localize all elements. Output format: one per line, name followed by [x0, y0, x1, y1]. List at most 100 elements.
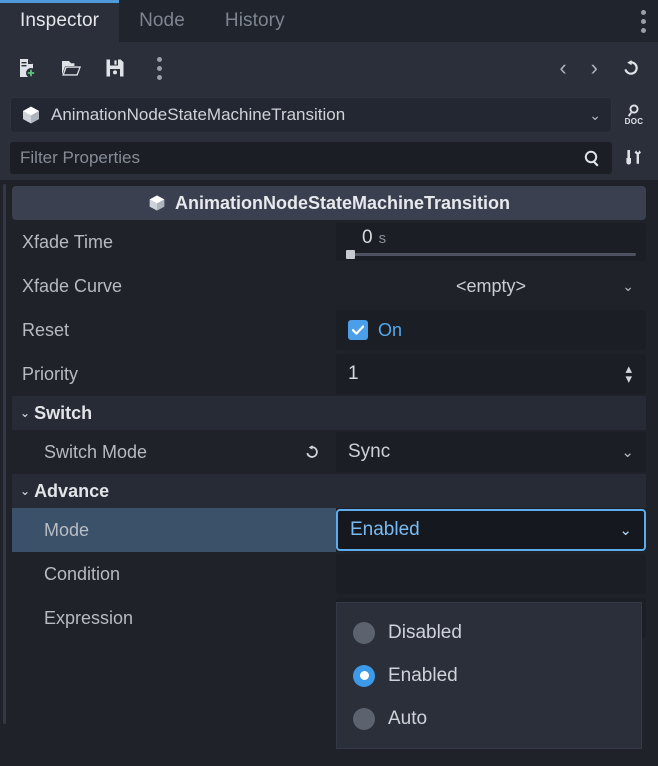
- save-icon: [106, 59, 124, 77]
- property-row-priority: Priority 1 ▴ ▾: [12, 352, 646, 396]
- property-label-condition: Condition: [44, 563, 121, 584]
- property-label-switch-mode: Switch Mode: [44, 441, 148, 462]
- property-label-mode: Mode: [44, 519, 90, 540]
- tab-history-label: History: [224, 10, 285, 31]
- checkbox-checked-icon[interactable]: [348, 320, 368, 340]
- tab-node-label: Node: [139, 10, 185, 31]
- reset-checkbox-wrap[interactable]: On: [336, 320, 402, 341]
- property-label-priority: Priority: [22, 363, 79, 384]
- new-resource-button[interactable]: [14, 55, 40, 81]
- radio-selected-icon: [353, 664, 375, 687]
- search-icon: [584, 150, 599, 166]
- folder-open-icon: [62, 61, 81, 76]
- tab-inspector-label: Inspector: [20, 10, 100, 31]
- vertical-scrollbar[interactable]: [3, 184, 6, 724]
- xfade-curve-field[interactable]: <empty> ⌄: [336, 264, 646, 308]
- object-selector[interactable]: AnimationNodeStateMachineTransition ⌄: [10, 97, 612, 133]
- toolbar-right-group: ‹ ›: [555, 55, 644, 81]
- switch-mode-value-area[interactable]: Sync ⌄: [336, 430, 646, 474]
- section-header-advance[interactable]: ⌄ Advance: [12, 474, 646, 508]
- resource-cube-icon: [23, 106, 39, 124]
- toolbar-left-group: [14, 55, 172, 81]
- spinner-down-icon: ▾: [625, 371, 632, 386]
- slider-grabber[interactable]: [346, 250, 355, 259]
- property-row-switch-mode: Switch Mode Sync ⌄: [12, 430, 646, 474]
- inspector-panel: Inspector Node History ‹ › AnimationNode…: [0, 0, 658, 766]
- resource-cube-icon: [149, 195, 165, 211]
- tab-history[interactable]: History: [205, 0, 305, 42]
- radio-unselected-icon: [353, 621, 375, 644]
- open-documentation-button[interactable]: DOC: [620, 104, 648, 126]
- open-resource-button[interactable]: [58, 55, 84, 81]
- xfade-time-value: 0: [362, 227, 373, 248]
- object-selector-name: AnimationNodeStateMachineTransition: [51, 105, 346, 124]
- dropdown-option-disabled[interactable]: Disabled: [337, 611, 641, 654]
- reset-state-label: On: [378, 319, 403, 340]
- history-back-button[interactable]: ‹: [555, 57, 570, 79]
- mode-dropdown-popup: Disabled Enabled Auto: [336, 602, 642, 749]
- chevron-down-icon: ⌄: [589, 106, 601, 123]
- history-forward-button[interactable]: ›: [587, 57, 602, 79]
- xfade-time-slider[interactable]: [346, 250, 636, 259]
- chevron-right-icon: ›: [590, 55, 598, 80]
- property-rows: AnimationNodeStateMachineTransition Xfad…: [12, 186, 646, 640]
- class-header-title: AnimationNodeStateMachineTransition: [174, 192, 511, 213]
- tab-inspector[interactable]: Inspector: [0, 0, 120, 42]
- history-revert-icon: [624, 60, 638, 75]
- chevron-down-icon: ⌄: [621, 444, 634, 461]
- filter-placeholder: Filter Properties: [20, 148, 140, 167]
- tab-bar: Inspector Node History: [0, 0, 658, 42]
- xfade-time-unit: s: [378, 230, 387, 247]
- vertical-dots-icon: [640, 9, 646, 33]
- property-row-xfade-time: Xfade Time 0 s: [12, 220, 646, 264]
- section-label-advance: Advance: [34, 480, 110, 501]
- filter-row: Filter Properties: [0, 136, 658, 180]
- section-label-switch: Switch: [34, 402, 93, 423]
- priority-value: 1: [348, 363, 359, 384]
- property-row-xfade-curve: Xfade Curve <empty> ⌄: [12, 264, 646, 308]
- chevron-down-icon: ⌄: [622, 277, 634, 294]
- reset-value-area: On: [336, 308, 646, 352]
- section-header-switch[interactable]: ⌄ Switch: [12, 396, 646, 430]
- property-row-reset: Reset On: [12, 308, 646, 352]
- dropdown-option-auto[interactable]: Auto: [337, 697, 641, 740]
- chevron-left-icon: ‹: [559, 55, 567, 80]
- chevron-down-icon: ⌄: [20, 484, 31, 498]
- dropdown-option-label: Auto: [388, 707, 428, 729]
- xfade-curve-value: <empty>: [455, 275, 527, 296]
- mode-value: Enabled: [350, 519, 420, 540]
- tab-bar-menu-button[interactable]: [628, 0, 658, 42]
- filter-properties-input[interactable]: Filter Properties: [10, 142, 612, 174]
- property-label-xfade-time: Xfade Time: [22, 231, 114, 252]
- property-label-reset: Reset: [22, 319, 70, 340]
- new-resource-icon: [20, 59, 36, 78]
- mode-dropdown-button[interactable]: Enabled ⌄: [336, 509, 646, 551]
- condition-field[interactable]: [336, 554, 646, 594]
- property-row-condition: Condition: [12, 552, 646, 596]
- priority-value-area: 1 ▴ ▾: [336, 352, 646, 396]
- property-label-xfade-curve: Xfade Curve: [22, 275, 123, 296]
- revert-arrow-icon: [306, 445, 318, 458]
- tab-node[interactable]: Node: [119, 0, 205, 42]
- vertical-dots-icon: [156, 56, 162, 80]
- doc-label: DOC: [624, 117, 644, 126]
- chevron-down-icon: ⌄: [20, 406, 31, 420]
- tab-bar-spacer: [305, 0, 628, 42]
- class-header[interactable]: AnimationNodeStateMachineTransition: [12, 186, 646, 220]
- switch-mode-value: Sync: [348, 441, 391, 462]
- save-resource-button[interactable]: [102, 55, 128, 81]
- object-selector-row: AnimationNodeStateMachineTransition ⌄ DO…: [0, 94, 658, 136]
- dropdown-option-label: Disabled: [388, 621, 462, 643]
- switch-mode-revert-button[interactable]: [302, 442, 322, 462]
- inspector-tools-button[interactable]: [620, 147, 648, 169]
- dropdown-option-label: Enabled: [388, 664, 458, 686]
- priority-spinner[interactable]: ▴ ▾: [625, 362, 632, 386]
- tools-icon: [626, 150, 641, 165]
- history-revert-button[interactable]: [618, 55, 644, 81]
- property-label-expression: Expression: [44, 607, 134, 628]
- radio-unselected-icon: [353, 707, 375, 730]
- chevron-down-icon: ⌄: [619, 522, 632, 539]
- inspector-toolbar: ‹ ›: [0, 42, 658, 94]
- resource-menu-button[interactable]: [146, 55, 172, 81]
- dropdown-option-enabled[interactable]: Enabled: [337, 654, 641, 697]
